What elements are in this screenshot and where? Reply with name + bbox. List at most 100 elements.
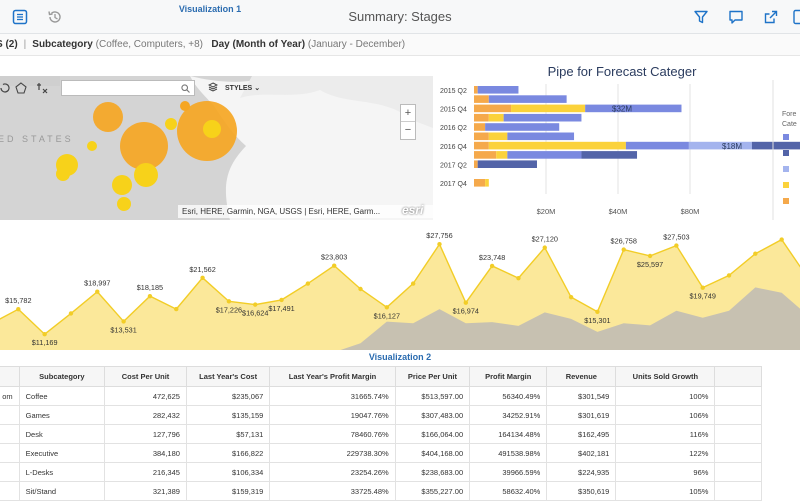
column-header[interactable]: y	[0, 366, 20, 387]
map-bubble[interactable]	[93, 102, 123, 132]
refresh-icon[interactable]	[0, 82, 10, 94]
map-bubble[interactable]	[120, 122, 168, 170]
legend-swatch[interactable]	[783, 134, 789, 140]
map-bubble[interactable]	[134, 163, 158, 187]
area-point[interactable]	[568, 294, 574, 300]
bar-segment[interactable]	[474, 104, 512, 113]
table-row[interactable]: om Coffee 472,625 $235,067 31665.74% $513,597…	[0, 386, 762, 406]
area-point[interactable]	[16, 306, 21, 312]
bar-segment[interactable]	[511, 104, 586, 113]
bar-segment[interactable]	[485, 179, 489, 187]
map-search-input[interactable]	[61, 80, 195, 96]
area-point[interactable]	[305, 281, 311, 286]
legend-swatch[interactable]	[783, 166, 789, 172]
bar-segment[interactable]	[488, 132, 508, 141]
filter-subcategory-label[interactable]: Subcategory	[32, 39, 93, 50]
area-point[interactable]	[358, 286, 363, 292]
area-point[interactable]	[68, 311, 74, 316]
filter-icon[interactable]	[692, 8, 710, 26]
panel-edge-icon[interactable]	[793, 8, 800, 26]
column-header[interactable]: Last Year's Profit Margin	[269, 366, 396, 387]
bar-segment[interactable]	[625, 141, 689, 150]
area-point[interactable]	[595, 309, 600, 314]
select-region-icon[interactable]	[15, 82, 27, 94]
column-header[interactable]	[714, 366, 762, 387]
map-bubble[interactable]	[117, 197, 131, 211]
bar-segment[interactable]	[477, 86, 519, 94]
comment-icon[interactable]	[727, 8, 745, 26]
column-header[interactable]: Profit Margin	[469, 366, 548, 387]
area-point[interactable]	[647, 253, 653, 259]
area-point[interactable]	[542, 245, 547, 250]
area-point[interactable]	[779, 237, 784, 242]
bar-segment[interactable]	[474, 179, 486, 187]
bar-segment[interactable]	[474, 151, 497, 159]
area-point[interactable]	[726, 273, 732, 278]
area-point[interactable]	[674, 243, 679, 248]
filter-day-label[interactable]: Day (Month of Year)	[211, 39, 305, 50]
area-point[interactable]	[95, 289, 100, 294]
bar-segment[interactable]	[488, 95, 567, 103]
area-point[interactable]	[42, 332, 47, 337]
search-icon[interactable]	[181, 84, 190, 93]
bar-segment[interactable]	[688, 141, 752, 150]
bar-segment[interactable]	[474, 95, 489, 103]
zoom-in-button[interactable]: +	[401, 105, 415, 122]
column-header[interactable]: Price Per Unit	[394, 366, 471, 387]
map-bubble[interactable]	[180, 101, 190, 111]
layers-icon[interactable]	[208, 82, 218, 92]
area-point[interactable]	[279, 297, 284, 303]
column-header[interactable]: Subcategory	[18, 366, 106, 387]
area-point[interactable]	[147, 293, 153, 299]
bar-segment[interactable]	[488, 141, 626, 150]
bar-segment[interactable]	[488, 113, 504, 122]
column-header[interactable]: Units Sold Growth	[615, 366, 716, 387]
area-point[interactable]	[200, 275, 205, 281]
styles-button[interactable]: STYLES ⌄	[225, 84, 260, 92]
area-point[interactable]	[700, 285, 705, 290]
area-point[interactable]	[410, 281, 416, 286]
area-point[interactable]	[437, 241, 442, 247]
legend-swatch[interactable]	[783, 198, 789, 204]
area-point[interactable]	[174, 306, 179, 312]
bar-segment[interactable]	[503, 113, 582, 122]
table-row[interactable]: Desk 127,796 $57,131 78460.76% $166,064.00 16…	[0, 424, 762, 444]
bar-segment[interactable]	[507, 132, 575, 141]
area-point[interactable]	[331, 263, 337, 268]
area-point[interactable]	[253, 302, 258, 307]
bar-segment[interactable]	[474, 132, 489, 141]
table-row[interactable]: Sit/Stand 321,389 $159,319 33725.48% $355,22…	[0, 481, 762, 501]
bar-segment[interactable]	[477, 160, 537, 168]
column-header[interactable]: Revenue	[546, 366, 617, 387]
table-row[interactable]: L-Desks 216,345 $106,334 23254.26% $238,683.…	[0, 462, 762, 482]
area-point[interactable]	[384, 305, 390, 310]
share-icon[interactable]	[762, 8, 780, 26]
area-point[interactable]	[621, 247, 626, 252]
bar-segment[interactable]	[496, 151, 508, 159]
legend-swatch[interactable]	[783, 150, 789, 156]
map-bubble[interactable]	[56, 167, 70, 181]
filter-subcategory-value[interactable]: (Coffee, Computers, +8)	[96, 39, 203, 50]
area-point[interactable]	[463, 300, 469, 305]
map-bubble[interactable]	[165, 118, 177, 130]
bar-segment[interactable]	[474, 141, 489, 150]
table-row[interactable]: Executive 384,180 $166,822 229738.30% $404,1…	[0, 443, 762, 463]
bar-segment[interactable]	[751, 141, 800, 150]
area-point[interactable]	[226, 299, 232, 304]
clear-selection-icon[interactable]	[37, 82, 49, 94]
area-point[interactable]	[753, 251, 758, 256]
area-point[interactable]	[121, 319, 126, 324]
bar-segment[interactable]	[485, 123, 560, 131]
bar-segment[interactable]	[585, 104, 682, 113]
map-bubble[interactable]	[112, 175, 132, 195]
filter-day-value[interactable]: (January - December)	[308, 39, 405, 50]
bar-segment[interactable]	[507, 151, 582, 159]
area-point[interactable]	[516, 275, 521, 281]
zoom-out-button[interactable]: −	[401, 122, 415, 139]
bar-segment[interactable]	[581, 151, 638, 159]
column-header[interactable]: Cost Per Unit	[104, 366, 187, 387]
filter-fragment[interactable]: S (2)	[0, 39, 18, 50]
map-bubble[interactable]	[203, 120, 221, 138]
bar-segment[interactable]	[474, 123, 486, 131]
area-point[interactable]	[489, 263, 495, 269]
